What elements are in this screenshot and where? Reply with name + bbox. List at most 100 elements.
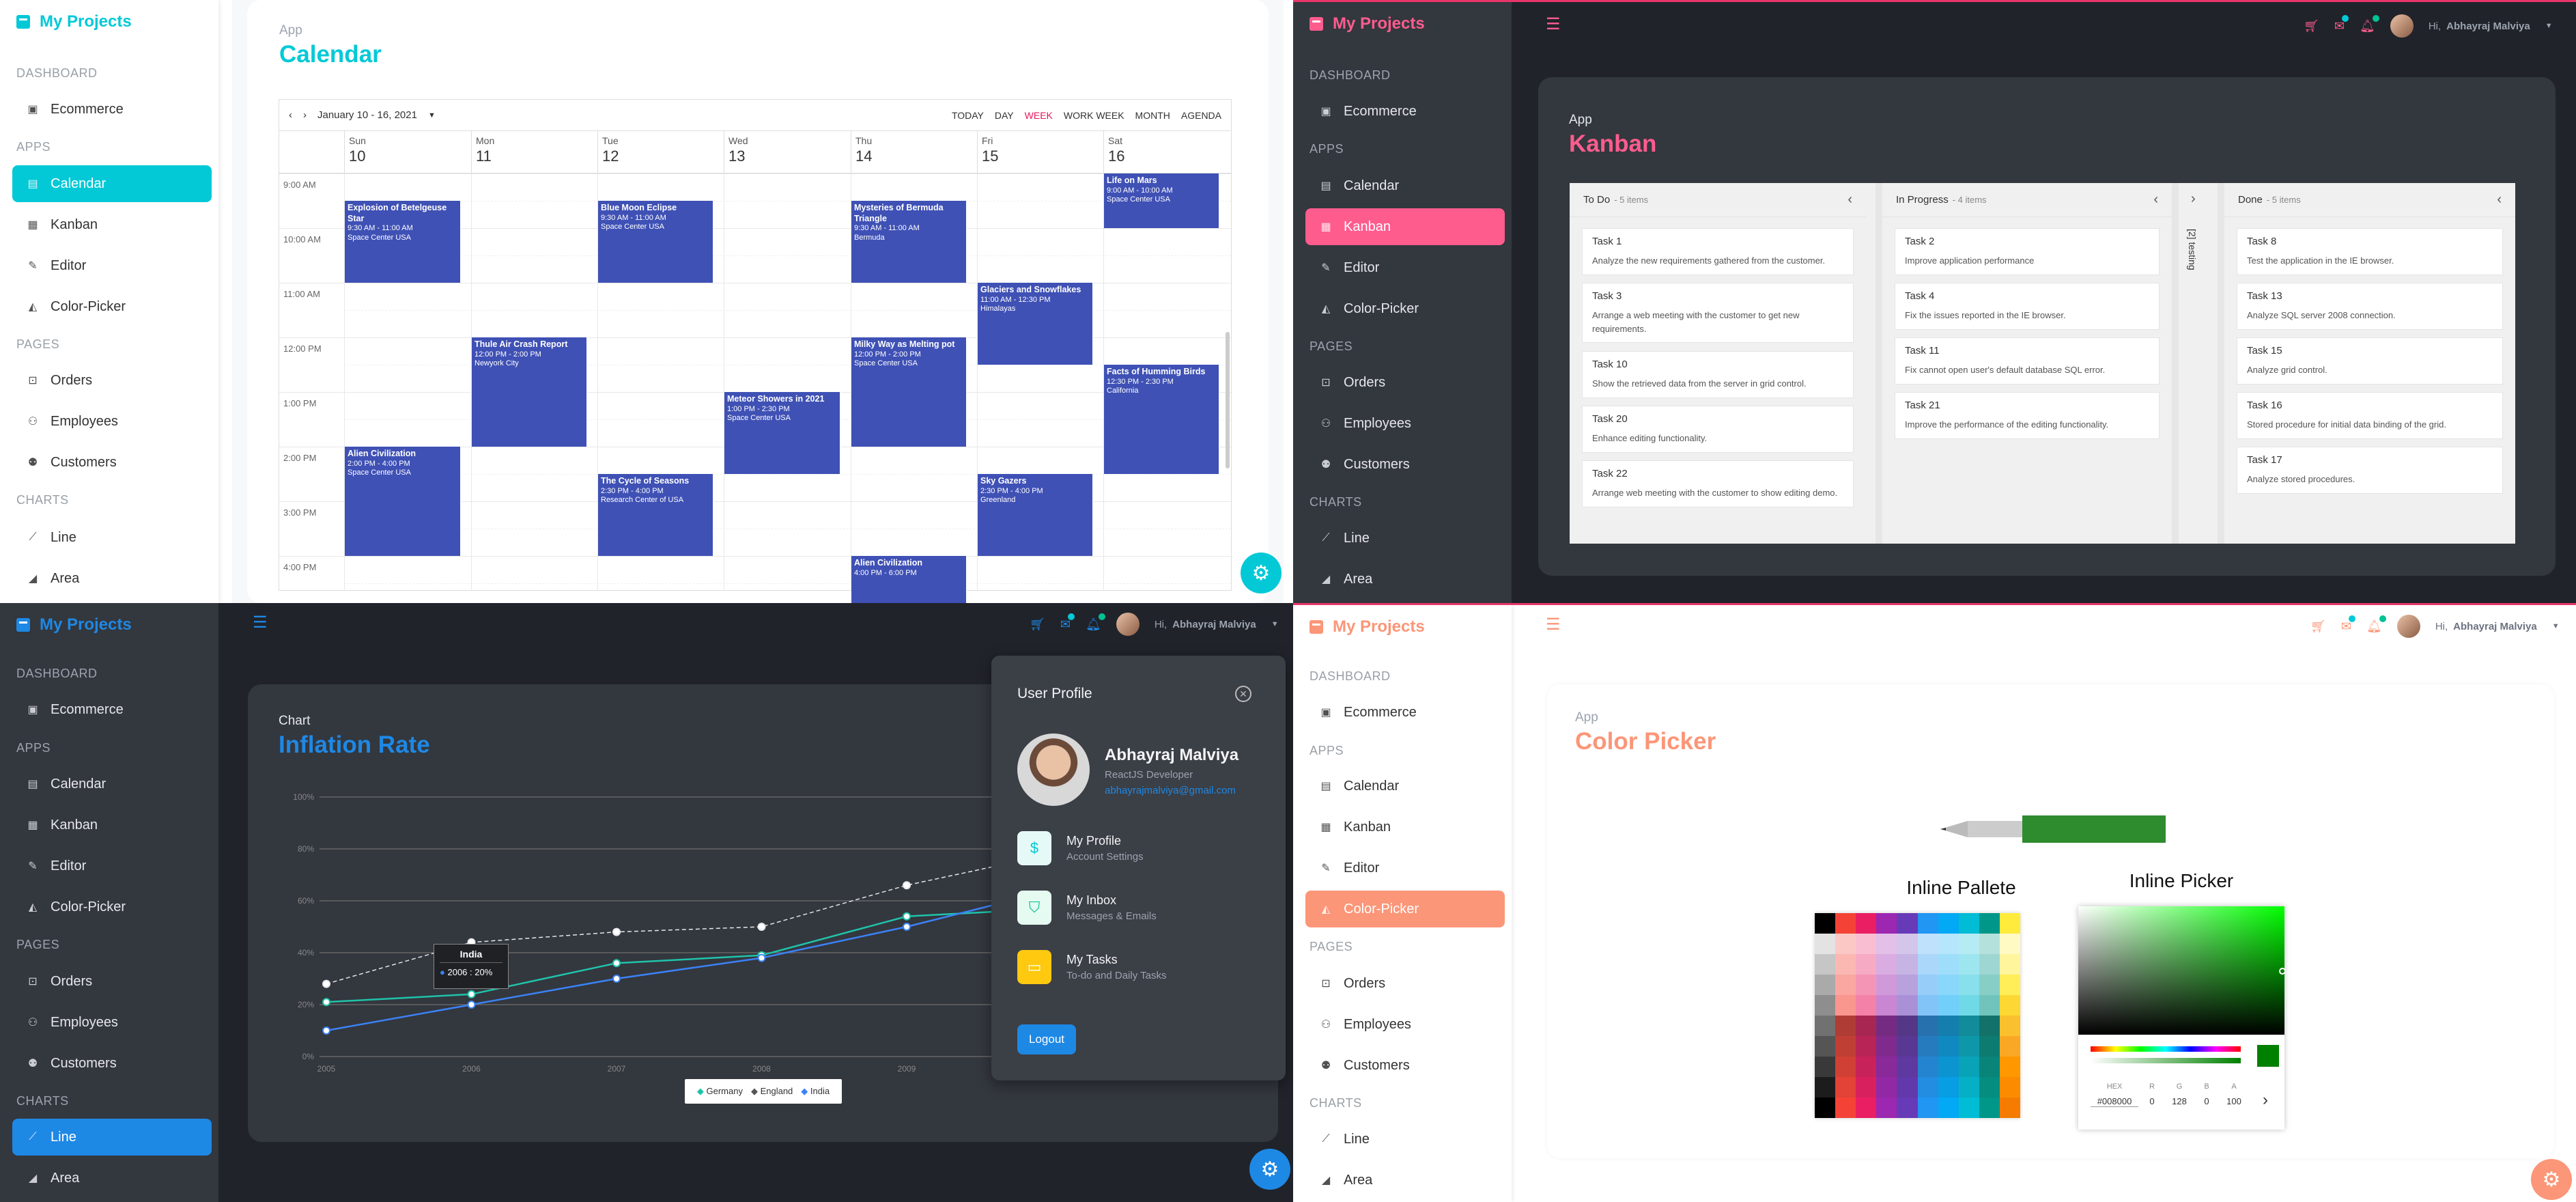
palette-swatch[interactable] [1917, 1077, 1938, 1098]
sidebar-item-employees[interactable]: ⚇ Employees [12, 1004, 212, 1041]
day-header[interactable]: Thu 14 [851, 131, 977, 173]
palette-swatch[interactable] [1979, 1057, 2000, 1077]
kanban-card[interactable]: Task 2 Improve application performance [1895, 228, 2160, 275]
sidebar-item-area[interactable]: ◢ Area [12, 560, 212, 597]
palette-swatch[interactable] [1979, 1098, 2000, 1118]
today-button[interactable]: TODAY [952, 110, 984, 121]
palette-swatch[interactable] [1815, 1036, 1836, 1057]
sidebar-item-color-picker[interactable]: ◭ Color-Picker [12, 288, 212, 325]
chevron-right-icon[interactable]: › [2263, 1091, 2268, 1110]
data-point[interactable] [612, 959, 621, 968]
avatar[interactable] [1116, 613, 1140, 636]
r-input[interactable]: 0 [2138, 1096, 2166, 1107]
palette-swatch[interactable] [1835, 954, 1856, 975]
palette-swatch[interactable] [1979, 954, 2000, 975]
menu-icon[interactable]: ☰ [253, 613, 268, 632]
palette-swatch[interactable] [1815, 1098, 1836, 1118]
palette-swatch[interactable] [1897, 1016, 1918, 1036]
kanban-card[interactable]: Task 8 Test the application in the IE bro… [2237, 228, 2503, 275]
palette-swatch[interactable] [1876, 913, 1897, 934]
data-point[interactable] [757, 953, 766, 962]
palette-swatch[interactable] [1856, 1057, 1877, 1077]
palette-swatch[interactable] [1815, 995, 1836, 1016]
data-point[interactable] [322, 998, 330, 1007]
palette-swatch[interactable] [1938, 913, 1959, 934]
chevron-left-icon[interactable]: ‹ [2497, 192, 2502, 208]
palette-swatch[interactable] [1856, 1098, 1877, 1118]
calendar-event[interactable]: Life on Mars 9:00 AM - 10:00 AM Space Cent… [1104, 173, 1219, 228]
palette-swatch[interactable] [1835, 1077, 1856, 1098]
palette-swatch[interactable] [1876, 1016, 1897, 1036]
kanban-card[interactable]: Task 20 Enhance editing functionality. [1582, 406, 1854, 453]
chevron-down-icon[interactable]: ▼ [2552, 622, 2560, 630]
palette-swatch[interactable] [1835, 1057, 1856, 1077]
menu-my-profile[interactable]: $ My Profile Account Settings [1017, 828, 1272, 869]
sidebar-item-color-picker[interactable]: ◭ Color-Picker [1305, 891, 1505, 927]
kanban-card[interactable]: Task 13 Analyze SQL server 2008 connectio… [2237, 283, 2503, 330]
sidebar-item-customers[interactable]: ⚉ Customers [1305, 1047, 1505, 1084]
legend-item[interactable]: ◆ England [751, 1086, 793, 1097]
palette-swatch[interactable] [1938, 1098, 1959, 1118]
chevron-right-icon[interactable]: › [2179, 183, 2210, 215]
view-day[interactable]: DAY [995, 110, 1014, 121]
hue-slider[interactable] [2091, 1046, 2241, 1052]
palette-swatch[interactable] [1876, 995, 1897, 1016]
sidebar-item-calendar[interactable]: ▤ Calendar [12, 766, 212, 802]
day-header[interactable]: Mon 11 [471, 131, 597, 173]
avatar[interactable] [2390, 14, 2414, 38]
settings-button[interactable]: ⚙ [2531, 1159, 2572, 1200]
palette-swatch[interactable] [1999, 954, 2020, 975]
sidebar-item-kanban[interactable]: ▦ Kanban [1305, 208, 1505, 245]
palette-swatch[interactable] [1958, 1057, 1979, 1077]
palette-swatch[interactable] [1958, 995, 1979, 1016]
user-name[interactable]: Abhayraj Malviya [1172, 619, 1256, 630]
saturation-area[interactable] [2078, 906, 2284, 1035]
palette-swatch[interactable] [1938, 995, 1959, 1016]
chat-icon[interactable]: ✉ [2334, 14, 2349, 33]
palette-swatch[interactable] [1999, 1057, 2020, 1077]
day-header[interactable]: Sun 10 [344, 131, 471, 173]
palette-swatch[interactable] [1917, 934, 1938, 954]
chevron-down-icon[interactable]: ▼ [2545, 22, 2553, 30]
sidebar-item-kanban[interactable]: ▦ Kanban [12, 807, 212, 843]
calendar-event[interactable]: Meteor Showers in 2021 1:00 PM - 2:30 PM S… [724, 392, 840, 474]
view-agenda[interactable]: AGENDA [1181, 110, 1221, 121]
palette-swatch[interactable] [1938, 975, 1959, 995]
palette-swatch[interactable] [1999, 1036, 2020, 1057]
palette-swatch[interactable] [1815, 1016, 1836, 1036]
kanban-card[interactable]: Task 16 Stored procedure for initial data… [2237, 392, 2503, 439]
palette-swatch[interactable] [1876, 1057, 1897, 1077]
kanban-card[interactable]: Task 1 Analyze the new requirements gathe… [1582, 228, 1854, 275]
palette-swatch[interactable] [1856, 954, 1877, 975]
sidebar-item-kanban[interactable]: ▦ Kanban [12, 206, 212, 243]
palette-swatch[interactable] [1999, 913, 2020, 934]
sidebar-item-line[interactable]: ⟋ Line [12, 1119, 212, 1156]
palette-swatch[interactable] [1856, 995, 1877, 1016]
data-point[interactable] [612, 927, 621, 936]
palette-swatch[interactable] [1856, 934, 1877, 954]
bell-icon[interactable]: 🔔︎ [1086, 613, 1105, 632]
palette-swatch[interactable] [1999, 934, 2020, 954]
palette-swatch[interactable] [1917, 954, 1938, 975]
view-month[interactable]: MONTH [1135, 110, 1170, 121]
data-point[interactable] [903, 881, 911, 890]
day-header[interactable]: Tue 12 [597, 131, 724, 173]
calendar-event[interactable]: Blue Moon Eclipse 9:30 AM - 11:00 AM Space… [598, 201, 713, 283]
calendar-event[interactable]: Sky Gazers 2:30 PM - 4:00 PM Greenland [978, 474, 1093, 556]
alpha-slider[interactable] [2091, 1058, 2241, 1063]
sidebar-item-ecommerce[interactable]: ▣ Ecommerce [12, 91, 212, 128]
cart-icon[interactable]: 🛒︎ [1030, 617, 1045, 632]
palette-swatch[interactable] [1815, 1057, 1836, 1077]
palette-swatch[interactable] [1835, 1016, 1856, 1036]
palette-swatch[interactable] [1835, 934, 1856, 954]
sidebar-item-orders[interactable]: ⊡ Orders [12, 963, 212, 1000]
prev-icon[interactable]: ‹ [289, 109, 292, 121]
color-handle[interactable] [2279, 968, 2286, 975]
data-point[interactable] [903, 923, 911, 931]
calendar-event[interactable]: Thule Air Crash Report 12:00 PM - 2:00 PM… [472, 337, 587, 447]
palette-swatch[interactable] [1856, 913, 1877, 934]
palette-swatch[interactable] [1917, 1057, 1938, 1077]
palette-swatch[interactable] [1917, 975, 1938, 995]
settings-button[interactable]: ⚙ [1249, 1149, 1290, 1190]
palette-swatch[interactable] [1958, 954, 1979, 975]
